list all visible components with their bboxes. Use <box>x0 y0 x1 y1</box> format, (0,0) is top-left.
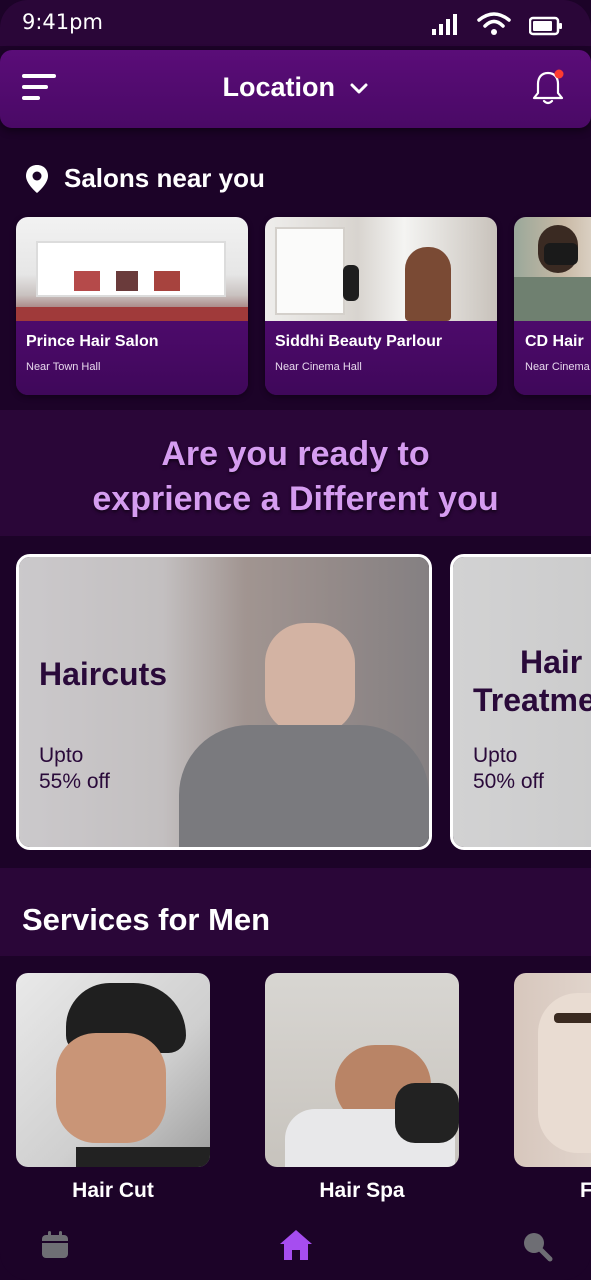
tagline-line-1: Are you ready to <box>161 435 430 473</box>
salon-location: Near Town Hall <box>26 361 101 373</box>
chevron-down-icon <box>350 83 367 94</box>
location-label: Location <box>222 72 335 102</box>
services-heading: Services for Men <box>22 902 271 937</box>
tagline-section: Are you ready to exprience a Different y… <box>0 410 591 536</box>
notification-dot <box>554 69 564 79</box>
salon-card[interactable]: Siddhi Beauty Parlour Near Cinema Hall <box>265 217 497 395</box>
offers-section: Haircuts Upto 55% off Hair Treatme Upto … <box>0 536 591 868</box>
offer-title: Haircuts <box>39 656 168 692</box>
service-photo <box>265 973 459 1167</box>
offer-discount-line-1: Upto <box>39 744 84 767</box>
service-photo <box>16 973 210 1167</box>
status-bar: 9:41pm <box>0 0 591 46</box>
service-label: Hair Cut <box>72 1179 154 1202</box>
salon-photo <box>16 217 248 321</box>
service-label: Hair Spa <box>319 1179 405 1202</box>
salon-info: Siddhi Beauty Parlour Near Cinema Hall <box>265 321 497 395</box>
bottom-navigation <box>0 1214 591 1280</box>
salon-photo <box>514 217 591 321</box>
offer-title: Hair Treatme <box>473 643 591 719</box>
salon-name: Prince Hair Salon <box>26 333 159 350</box>
status-icons <box>431 12 563 36</box>
search-icon[interactable] <box>521 1230 553 1262</box>
service-item-hair-spa[interactable]: Hair Spa <box>265 973 459 1203</box>
offer-card-hair-treatment[interactable]: Hair Treatme Upto 50% off <box>450 554 591 850</box>
battery-icon <box>529 16 562 36</box>
salon-name: CD Hair <box>525 333 584 350</box>
salons-near-you-section: Salons near you Prince Hair Salon Near T… <box>0 145 591 410</box>
service-item-hair-cut[interactable]: Hair Cut <box>16 973 210 1203</box>
salon-card[interactable]: CD Hair Near Cinema <box>514 217 591 395</box>
status-time: 9:41pm <box>22 10 103 34</box>
app-header: Location <box>0 50 591 128</box>
offer-title-line-1: Hair <box>520 644 583 680</box>
service-item-facial[interactable]: F <box>514 973 591 1203</box>
service-photo <box>514 973 591 1167</box>
app-screen: 9:41pm Location Salons near you Prince H… <box>0 0 591 1280</box>
tagline-line-2: exprience a Different you <box>92 480 499 518</box>
signal-icon <box>432 14 457 35</box>
location-selector[interactable]: Location <box>0 72 591 103</box>
salon-info: Prince Hair Salon Near Town Hall <box>16 321 248 395</box>
salon-name: Siddhi Beauty Parlour <box>275 333 443 350</box>
bell-icon[interactable] <box>531 68 565 106</box>
salons-heading-text: Salons near you <box>64 163 265 193</box>
tagline: Are you ready to exprience a Different y… <box>0 432 591 522</box>
service-label: F <box>580 1179 591 1202</box>
offer-discount-line-2: 50% off <box>473 770 544 793</box>
offer-discount-line-2: 55% off <box>39 770 110 793</box>
offer-discount-line-1: Upto <box>473 744 518 767</box>
services-section: Hair Cut Hair Spa F <box>0 956 591 1216</box>
calendar-icon[interactable] <box>40 1230 70 1260</box>
services-heading-section: Services for Men <box>0 868 591 956</box>
salon-location: Near Cinema <box>525 361 590 373</box>
salon-info: CD Hair Near Cinema <box>514 321 591 395</box>
location-pin-icon <box>26 164 48 193</box>
offer-discount: Upto 50% off <box>473 743 544 795</box>
offer-title-line-2: Treatme <box>473 682 591 718</box>
offer-card-haircuts[interactable]: Haircuts Upto 55% off <box>16 554 432 850</box>
salons-heading: Salons near you <box>24 163 265 194</box>
offer-overlay <box>19 557 429 847</box>
salon-photo <box>265 217 497 321</box>
wifi-icon <box>477 12 511 35</box>
salon-card[interactable]: Prince Hair Salon Near Town Hall <box>16 217 248 395</box>
home-icon[interactable] <box>278 1228 314 1262</box>
salon-location: Near Cinema Hall <box>275 361 362 373</box>
offer-discount: Upto 55% off <box>39 743 110 795</box>
